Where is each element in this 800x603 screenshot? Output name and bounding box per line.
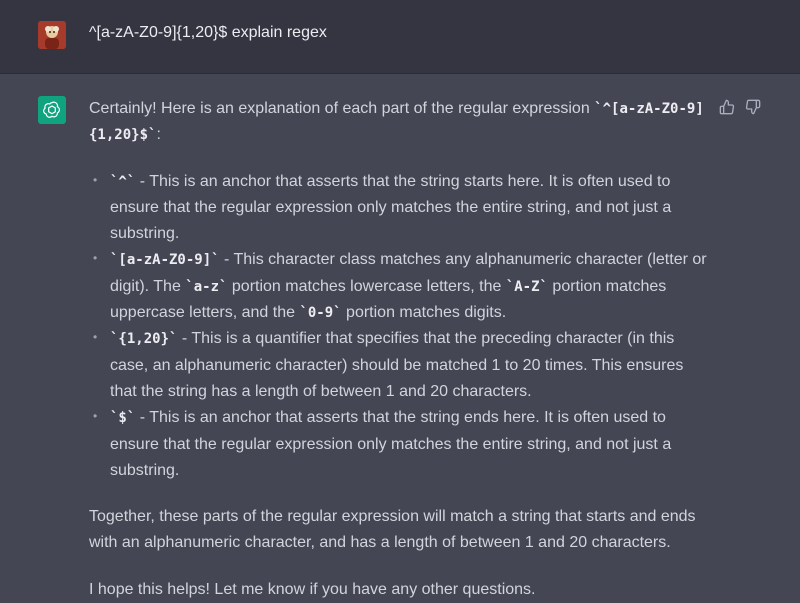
assistant-message-row: Certainly! Here is an explanation of eac… [0, 74, 800, 598]
openai-logo-icon [38, 96, 66, 124]
bullet-text: - This is an anchor that asserts that th… [110, 172, 672, 243]
thumbs-down-icon[interactable] [744, 98, 762, 116]
bullet-code: `A-Z` [505, 278, 548, 295]
bullet-text: - This is a quantifier that specifies th… [110, 330, 684, 400]
user-avatar-icon [38, 21, 66, 49]
bullet-code: `$` [110, 410, 136, 427]
list-item: `$` - This is an anchor that asserts tha… [89, 403, 709, 484]
thumbs-up-icon[interactable] [718, 98, 736, 116]
intro-paragraph: Certainly! Here is an explanation of eac… [89, 96, 709, 149]
user-message-row: ^[a-zA-Z0-9]{1,20}$ explain regex [0, 0, 800, 74]
list-item: `{1,20}` - This is a quantifier that spe… [89, 324, 709, 405]
assistant-message-content: Certainly! Here is an explanation of eac… [89, 96, 709, 603]
bullet-text: portion matches lowercase letters, the [227, 277, 506, 295]
closing-paragraph: I hope this helps! Let me know if you ha… [89, 580, 536, 598]
bullet-code: `[a-zA-Z0-9]` [110, 252, 220, 269]
user-message-text: ^[a-zA-Z0-9]{1,20}$ explain regex [89, 24, 327, 41]
bullet-code: `{1,20}` [110, 331, 178, 348]
bullet-code: `a-z` [185, 278, 228, 295]
intro-text: Certainly! Here is an explanation of eac… [89, 100, 595, 117]
summary-paragraph: Together, these parts of the regular exp… [89, 508, 696, 552]
bullet-code: `^` [110, 173, 136, 190]
bullet-code: `0-9` [299, 305, 342, 322]
intro-end: : [156, 126, 161, 144]
list-item: `^` - This is an anchor that asserts tha… [89, 167, 709, 248]
bullet-text: - This is an anchor that asserts that th… [110, 409, 672, 479]
bullet-text: portion matches digits. [341, 304, 507, 322]
list-item: `[a-zA-Z0-9]` - This character class mat… [89, 245, 709, 326]
explanation-list: `^` - This is an anchor that asserts tha… [89, 167, 709, 485]
